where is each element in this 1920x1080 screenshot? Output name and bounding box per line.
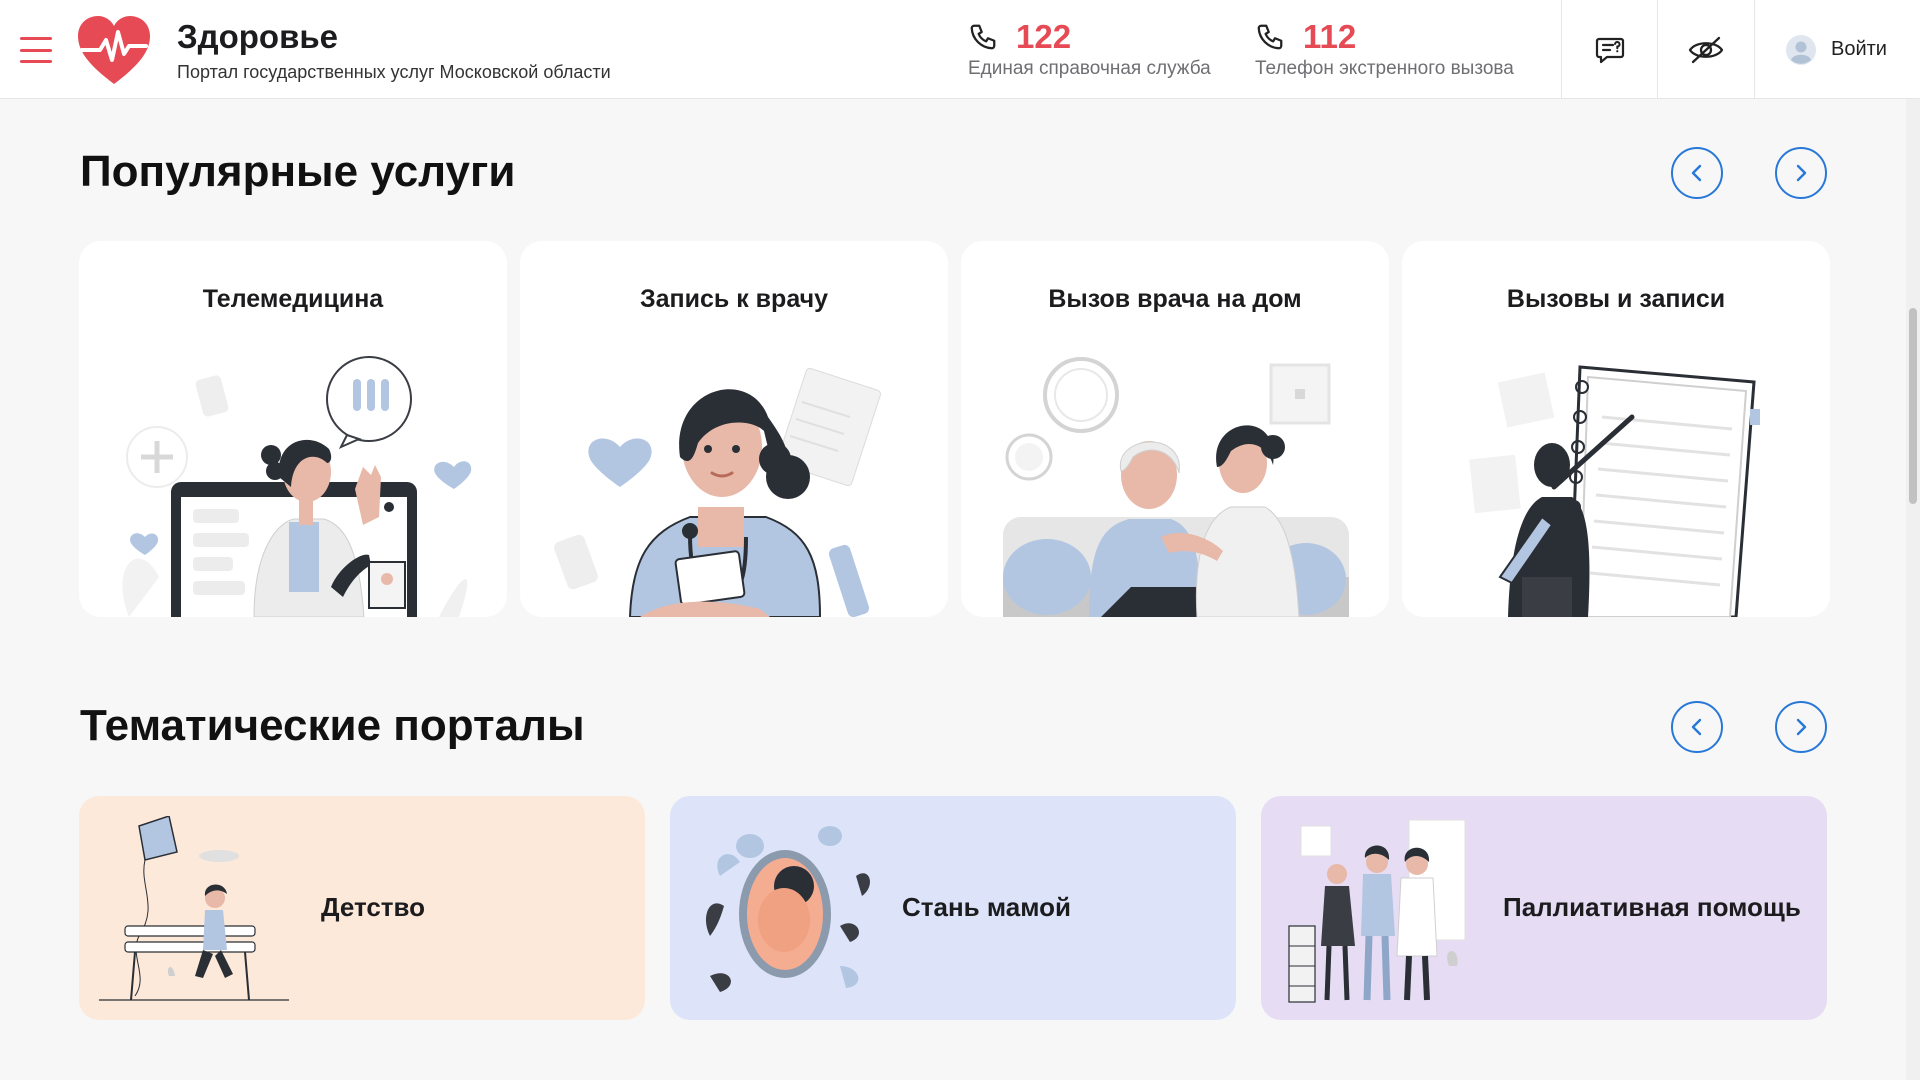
feedback-button[interactable] [1561, 0, 1657, 99]
home-visit-illustration [1003, 357, 1349, 617]
chevron-left-icon [1691, 718, 1702, 736]
portal-label: Паллиативная помощь [1503, 892, 1801, 922]
avatar-icon [1786, 34, 1816, 65]
chat-question-icon [1595, 37, 1624, 63]
site-header: Здоровье Портал государственных услуг Мо… [0, 0, 1920, 99]
menu-icon[interactable] [20, 37, 52, 63]
pregnancy-illustration [705, 826, 870, 992]
login-label: Войти [1831, 38, 1887, 60]
portals-next-button[interactable] [1775, 701, 1827, 753]
portal-become-mom[interactable]: Стань мамой [670, 796, 1236, 1020]
portal-label: Детство [321, 892, 426, 922]
card-title: Вызовы и записи [1506, 285, 1726, 313]
chevron-left-icon [1691, 164, 1702, 182]
popular-prev-button[interactable] [1671, 147, 1723, 199]
phone-label: Телефон экстренного вызова [1255, 58, 1514, 79]
childhood-illustration [99, 816, 289, 1001]
chevron-right-icon [1796, 718, 1807, 736]
phone-number: 122 [1016, 18, 1072, 55]
doctor-illustration [554, 367, 882, 617]
service-card-appointment[interactable]: Запись к врачу [520, 241, 948, 617]
portal-childhood[interactable]: Детство [79, 796, 645, 1020]
accessibility-button[interactable] [1657, 0, 1754, 99]
heart-logo-icon[interactable] [76, 14, 152, 86]
eye-off-icon [1688, 36, 1724, 63]
scrollbar-thumb[interactable] [1909, 308, 1917, 504]
service-card-records[interactable]: Вызовы и записи [1402, 241, 1830, 617]
service-card-telemedicine[interactable]: Телемедицина [79, 241, 507, 617]
phone-number: 112 [1303, 18, 1357, 55]
portals-prev-button[interactable] [1671, 701, 1723, 753]
phone-icon [970, 24, 996, 50]
card-title: Телемедицина [202, 285, 384, 313]
portal-palliative-care[interactable]: Паллиативная помощь [1261, 796, 1827, 1020]
popular-next-button[interactable] [1775, 147, 1827, 199]
site-title[interactable]: Здоровье [177, 18, 338, 56]
popular-services-title: Популярные услуги [80, 147, 516, 196]
thematic-portals-title: Тематические порталы [80, 701, 585, 750]
site-subtitle: Портал государственных услуг Московской … [177, 62, 611, 82]
records-illustration [1469, 365, 1760, 617]
phone-label: Единая справочная служба [968, 58, 1211, 79]
card-title: Запись к врачу [639, 285, 829, 313]
service-card-home-visit[interactable]: Вызов врача на дом [961, 241, 1389, 617]
portal-label: Стань мамой [902, 892, 1071, 922]
phone-icon [1257, 24, 1283, 50]
chevron-right-icon [1796, 164, 1807, 182]
telemedicine-illustration [122, 356, 472, 617]
card-title: Вызов врача на дом [1048, 285, 1302, 313]
login-button[interactable]: Войти [1754, 0, 1920, 99]
palliative-care-illustration [1288, 819, 1466, 1003]
scrollbar-track[interactable] [1906, 99, 1920, 1080]
